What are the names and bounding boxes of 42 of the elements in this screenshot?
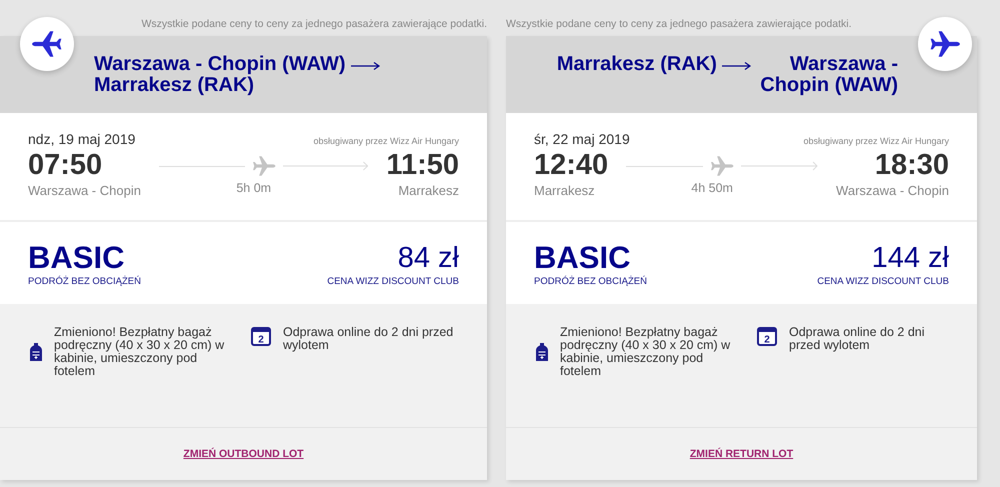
flight-duration: 5h 0m [236, 181, 272, 195]
operator-label: obsługiwany przez Wizz Air Hungary [803, 136, 949, 146]
flight-date: śr, 22 maj 2019 [534, 131, 630, 147]
departure-city: Marrakesz [534, 183, 596, 198]
change-flight-link[interactable]: ZMIEŃ RETURN LOT [690, 448, 794, 460]
feature-text: Zmieniono! Bezpłatny bagaż podręczny (40 x 30 x 20 cm) w kabinie, umieszczony pod fotelem [54, 326, 226, 378]
price-notice: Wszystkie podane ceny to ceny za jednego pasażera zawierające podatki. [140, 17, 487, 32]
origin-airport: Warszawa - Chopin (WAW) [94, 54, 346, 74]
feature-text: Odprawa online do 2 dni przed wylotem [283, 326, 454, 352]
price-note: CENA WIZZ DISCOUNT CLUB [817, 276, 949, 287]
feature-text: Odprawa online do 2 dni przed wylotem [789, 326, 926, 352]
departure-time: 12:40 [534, 148, 608, 183]
destination-airport: Marrakesz (RAK) [94, 74, 254, 96]
fare-subtitle: PODRÓŻ BEZ OBCIĄŻEŃ [534, 276, 647, 287]
backpack-icon [536, 343, 548, 361]
departure-time: 07:50 [28, 148, 104, 183]
arrival-time: 11:50 [386, 148, 459, 183]
operator-label: obsługiwany przez Wizz Air Hungary [313, 136, 459, 146]
fare-price: 144 zł [870, 242, 949, 274]
arrival-time: 18:30 [874, 148, 949, 183]
destination-airport: Warszawa - Chopin (WAW) [759, 54, 898, 96]
flight-date: ndz, 19 maj 2019 [28, 131, 136, 147]
arrow-icon [741, 161, 818, 171]
price-notice: Wszystkie podane ceny to ceny za jednego pasażera zawierające podatki. [506, 17, 853, 32]
fare-price: 84 zł [396, 242, 459, 274]
departure-city: Warszawa - Chopin [28, 183, 141, 198]
fare-subtitle: PODRÓŻ BEZ OBCIĄŻEŃ [28, 276, 141, 287]
price-note: CENA WIZZ DISCOUNT CLUB [327, 276, 459, 287]
backpack-icon [30, 343, 42, 361]
change-flight-link[interactable]: ZMIEŃ OUTBOUND LOT [183, 448, 304, 460]
calendar-icon: 2 [251, 326, 271, 346]
fare-name: BASIC [28, 242, 126, 274]
calendar-icon: 2 [757, 326, 777, 346]
fare-name: BASIC [534, 242, 632, 274]
arrival-city: Warszawa - Chopin [836, 183, 949, 198]
arrival-city: Marrakesz [397, 183, 459, 198]
arrow-icon [351, 60, 382, 70]
arrow-icon [722, 60, 752, 70]
flight-duration: 4h 50m [691, 181, 733, 195]
feature-text: Zmieniono! Bezpłatny bagaż podręczny (40 x 30 x 20 cm) w kabinie, umieszczony pod fotelem [560, 326, 732, 378]
arrow-icon [282, 161, 368, 171]
origin-airport: Marrakesz (RAK) [556, 54, 717, 74]
